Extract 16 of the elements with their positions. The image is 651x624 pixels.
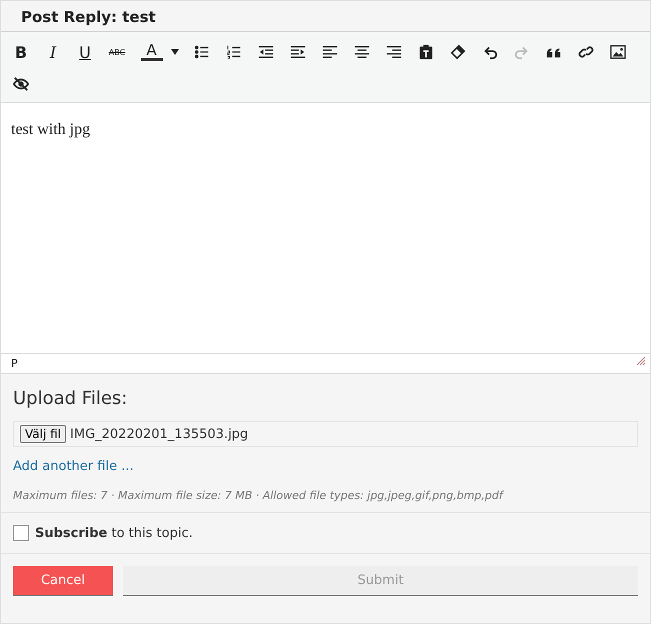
text-color-button[interactable]: A [136,38,184,66]
editor-text[interactable]: test with jpg [1,103,650,353]
subscribe-checkbox[interactable] [13,525,29,541]
file-name: IMG_20220201_135503.jpg [70,426,248,442]
italic-button[interactable]: I [40,38,66,66]
file-input[interactable]: Välj fil IMG_20220201_135503.jpg [13,421,638,447]
add-file-link[interactable]: Add another file ... [13,459,134,474]
underline-button[interactable]: U [72,38,98,66]
upload-heading: Upload Files: [13,388,128,409]
strikethrough-button[interactable]: ABC [104,38,130,66]
bold-button[interactable]: B [8,38,34,66]
subscribe-label: Subscribe to this topic. [35,526,193,540]
choose-file-button[interactable]: Välj fil [20,425,66,443]
caret-icon [170,49,178,55]
upload-limits: Maximum files: 7 · Maximum file size: 7 MB · Allowed file types: jpg,jpeg,gif,png,bmp,pdf [13,489,505,502]
element-path: P [11,357,18,370]
